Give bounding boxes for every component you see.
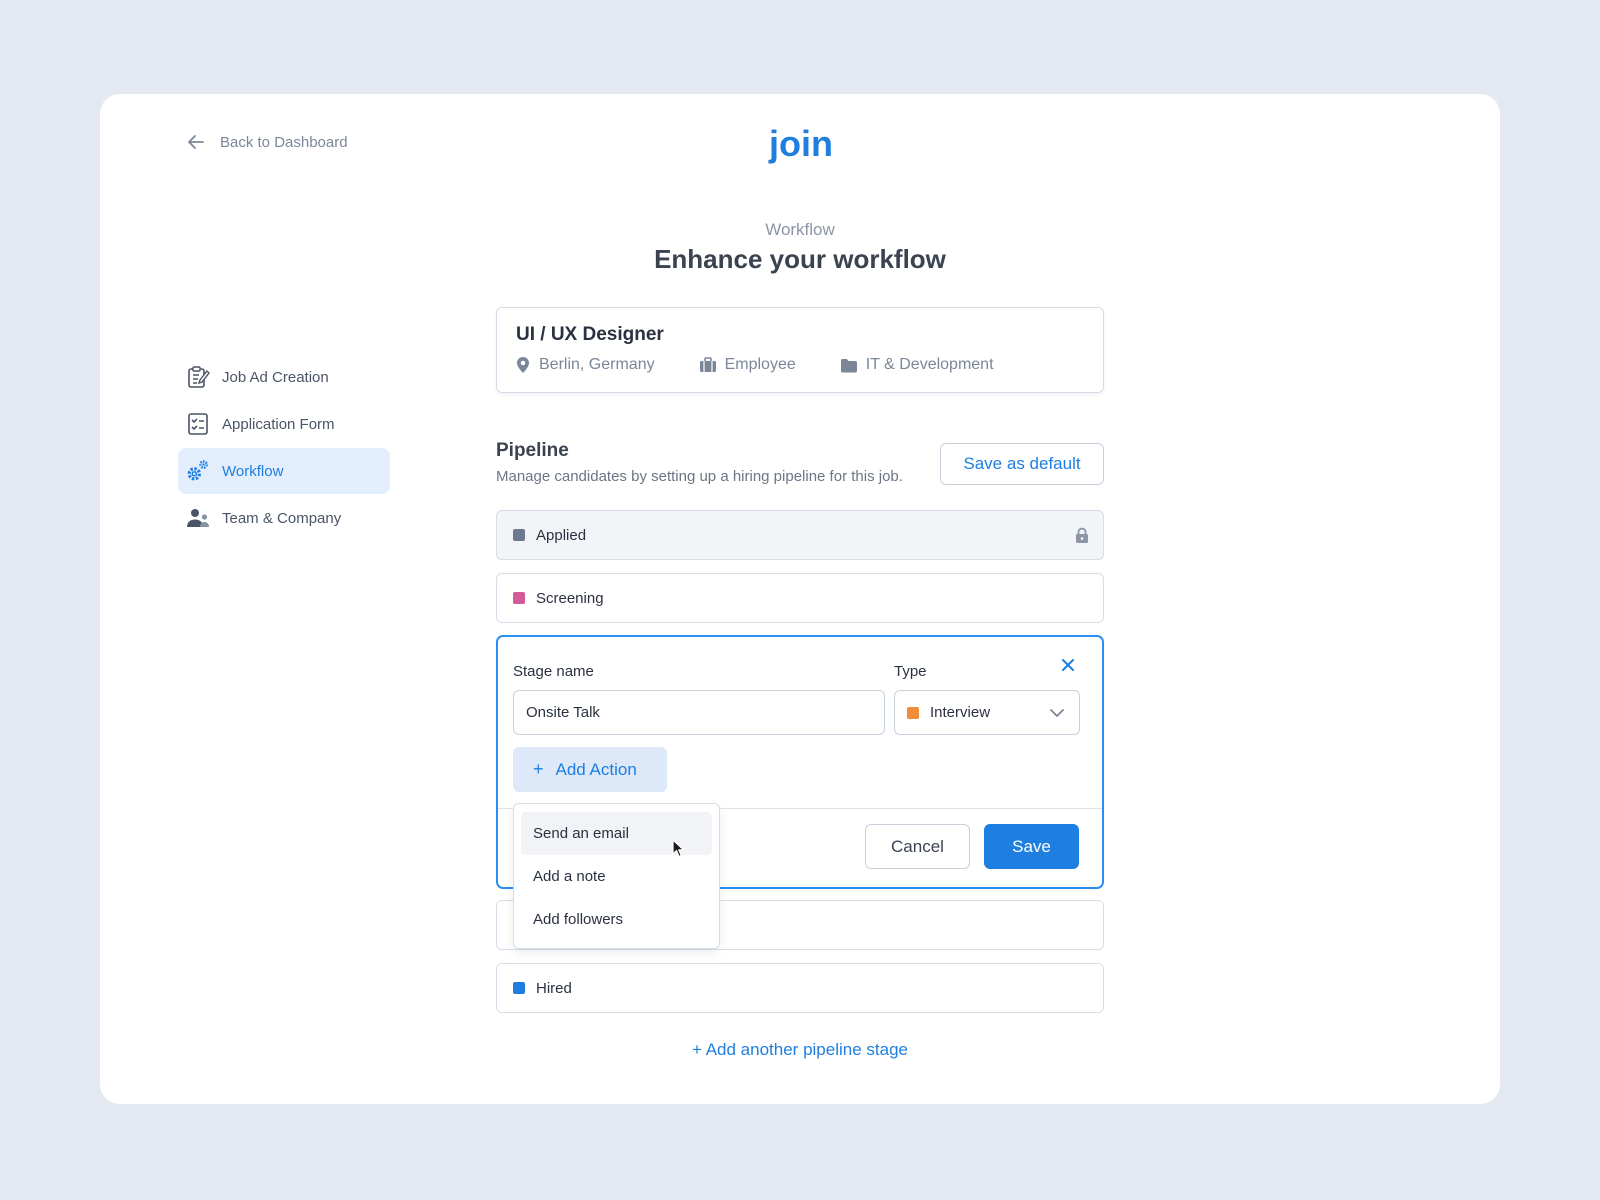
- action-menu: Send an email Add a note Add followers: [513, 803, 720, 949]
- stage-applied[interactable]: Applied: [496, 510, 1104, 560]
- job-location: Berlin, Germany: [515, 356, 655, 374]
- edit-doc-icon: [186, 365, 210, 389]
- join-logo: join: [768, 124, 833, 164]
- stage-label: Applied: [536, 526, 587, 544]
- sidebar-item-label: Team & Company: [222, 509, 342, 527]
- location-pin-icon: [517, 357, 529, 373]
- stage-name-input[interactable]: [513, 690, 885, 735]
- pipeline-title: Pipeline: [496, 440, 569, 461]
- add-pipeline-stage-link[interactable]: + Add another pipeline stage: [100, 1040, 1500, 1060]
- sidebar-item-job-ad-creation[interactable]: Job Ad Creation: [178, 354, 390, 400]
- menu-item-add-note[interactable]: Add a note: [521, 855, 712, 898]
- stage-color-swatch: [513, 529, 525, 541]
- job-category-text: IT & Development: [865, 356, 994, 373]
- stage-color-swatch: [513, 982, 525, 994]
- briefcase-icon: [699, 357, 716, 372]
- wizard-card: Back to Dashboard join Workflow Enhance …: [100, 94, 1500, 1104]
- add-action-button[interactable]: + Add Action: [513, 747, 667, 792]
- job-meta: Berlin, Germany Employee IT & Developmen…: [515, 356, 994, 374]
- page-title: Enhance your workflow: [654, 244, 946, 274]
- stage-label: Hired: [536, 979, 572, 997]
- save-as-default-button[interactable]: Save as default: [940, 443, 1104, 485]
- plus-icon: +: [533, 759, 544, 779]
- close-icon[interactable]: [1058, 655, 1078, 675]
- people-icon: [186, 506, 210, 530]
- stage-type-select[interactable]: Interview: [894, 690, 1080, 735]
- type-label: Type: [894, 663, 927, 680]
- stage-screening[interactable]: Screening: [496, 573, 1104, 623]
- add-action-label: Add Action: [555, 759, 637, 779]
- menu-item-add-followers[interactable]: Add followers: [521, 898, 712, 941]
- back-label: Back to Dashboard: [220, 133, 348, 151]
- type-color-swatch: [907, 706, 919, 719]
- cancel-button[interactable]: Cancel: [865, 824, 970, 869]
- stage-label: Screening: [536, 589, 604, 607]
- stage-color-swatch: [513, 592, 525, 604]
- checklist-icon: [186, 412, 210, 436]
- job-category: IT & Development: [840, 356, 994, 374]
- chevron-down-icon: [1050, 709, 1064, 717]
- sidebar-nav: Job Ad Creation Application Form Workflo…: [178, 354, 390, 542]
- sidebar-item-label: Workflow: [222, 462, 284, 480]
- job-summary-card: UI / UX Designer Berlin, Germany Employe…: [496, 307, 1104, 393]
- job-title: UI / UX Designer: [516, 324, 664, 345]
- save-button[interactable]: Save: [984, 824, 1079, 869]
- job-location-text: Berlin, Germany: [539, 356, 655, 373]
- job-employment: Employee: [699, 356, 796, 374]
- folder-icon: [840, 358, 857, 372]
- stage-type-value: Interview: [930, 704, 991, 721]
- stage-name-label: Stage name: [513, 663, 594, 680]
- sidebar-item-label: Application Form: [222, 415, 335, 433]
- sidebar-item-team-company[interactable]: Team & Company: [178, 495, 390, 541]
- sidebar-item-workflow[interactable]: Workflow: [178, 448, 390, 494]
- job-employment-text: Employee: [724, 356, 796, 373]
- lock-icon: [1076, 527, 1088, 543]
- sidebar-item-label: Job Ad Creation: [222, 368, 329, 386]
- mouse-pointer-icon: [672, 839, 685, 858]
- stage-hired[interactable]: Hired: [496, 963, 1104, 1013]
- arrow-left-icon: [188, 135, 204, 149]
- back-to-dashboard-link[interactable]: Back to Dashboard: [186, 132, 348, 152]
- logo-text: join: [768, 124, 833, 164]
- sidebar-item-application-form[interactable]: Application Form: [178, 401, 390, 447]
- page-eyebrow: Workflow: [765, 220, 835, 239]
- pipeline-description: Manage candidates by setting up a hiring…: [496, 468, 903, 485]
- gears-icon: [186, 459, 210, 483]
